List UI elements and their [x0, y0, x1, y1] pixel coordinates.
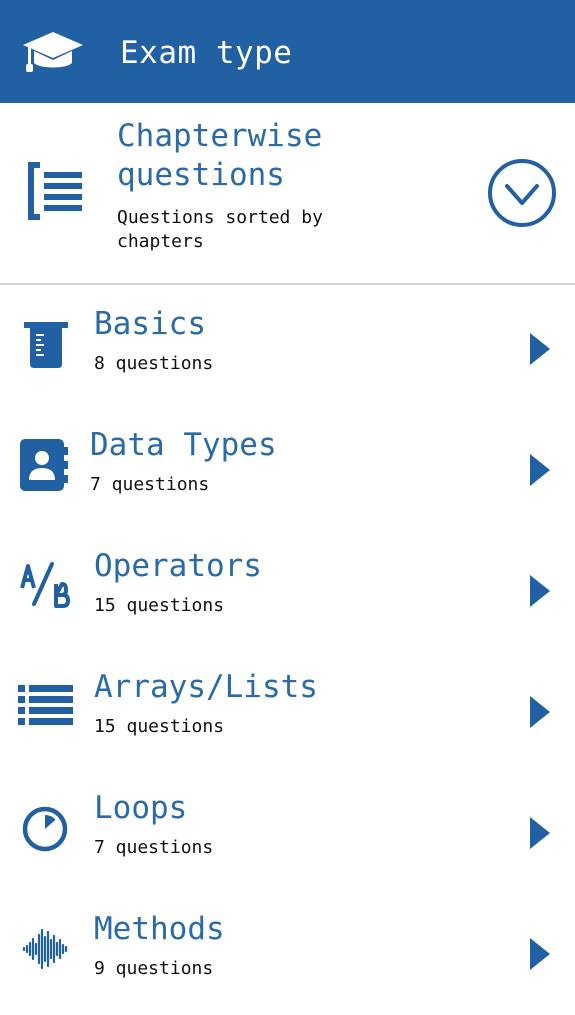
contact-book-icon — [20, 439, 68, 491]
play-arrow-icon — [530, 575, 550, 607]
waveform-icon — [22, 928, 68, 970]
timer-icon — [22, 806, 68, 852]
bulleted-list-icon — [18, 685, 73, 725]
list-bracket-icon — [28, 162, 82, 220]
question-count: 8 questions — [94, 353, 214, 374]
play-arrow-icon — [530, 696, 550, 728]
play-arrow-icon — [530, 938, 550, 970]
chapter-title: Basics — [94, 306, 206, 342]
question-count: 9 questions — [94, 958, 214, 979]
chapter-row-operators[interactable]: Operators 15 questions — [0, 530, 575, 651]
play-arrow-icon — [530, 817, 550, 849]
app-bar: Exam type — [0, 0, 575, 103]
chapter-row-data-types[interactable]: Data Types 7 questions — [0, 409, 575, 530]
chapter-row-arrays-lists[interactable]: Arrays/Lists 15 questions — [0, 651, 575, 772]
play-arrow-icon — [530, 454, 550, 486]
exam-type-title: Chapterwise questions — [117, 118, 323, 193]
chapter-row-loops[interactable]: Loops 7 questions — [0, 772, 575, 893]
chapter-row-basics[interactable]: Basics 8 questions — [0, 288, 575, 409]
divider — [0, 283, 575, 285]
chapter-title: Arrays/Lists — [94, 669, 318, 705]
chapter-title: Loops — [94, 790, 188, 826]
chapter-row-methods[interactable]: Methods 9 questions — [0, 893, 575, 1014]
beaker-icon — [24, 322, 68, 368]
page-title: Exam type — [120, 35, 293, 71]
question-count: 15 questions — [94, 716, 225, 737]
exam-type-subtitle: Questions sorted by chapters — [117, 207, 323, 252]
chapter-title: Data Types — [90, 427, 277, 463]
play-arrow-icon — [530, 333, 550, 365]
graduation-cap-icon — [23, 32, 83, 72]
chapter-title: Operators — [94, 548, 262, 584]
question-count: 15 questions — [94, 595, 225, 616]
question-count: 7 questions — [94, 837, 214, 858]
chapter-title: Methods — [94, 911, 225, 947]
chevron-down-circle-icon[interactable] — [487, 158, 557, 228]
question-count: 7 questions — [90, 474, 210, 495]
exam-type-selector[interactable]: Chapterwise questions Questions sorted b… — [0, 103, 575, 283]
a-slash-b-icon — [20, 562, 70, 608]
